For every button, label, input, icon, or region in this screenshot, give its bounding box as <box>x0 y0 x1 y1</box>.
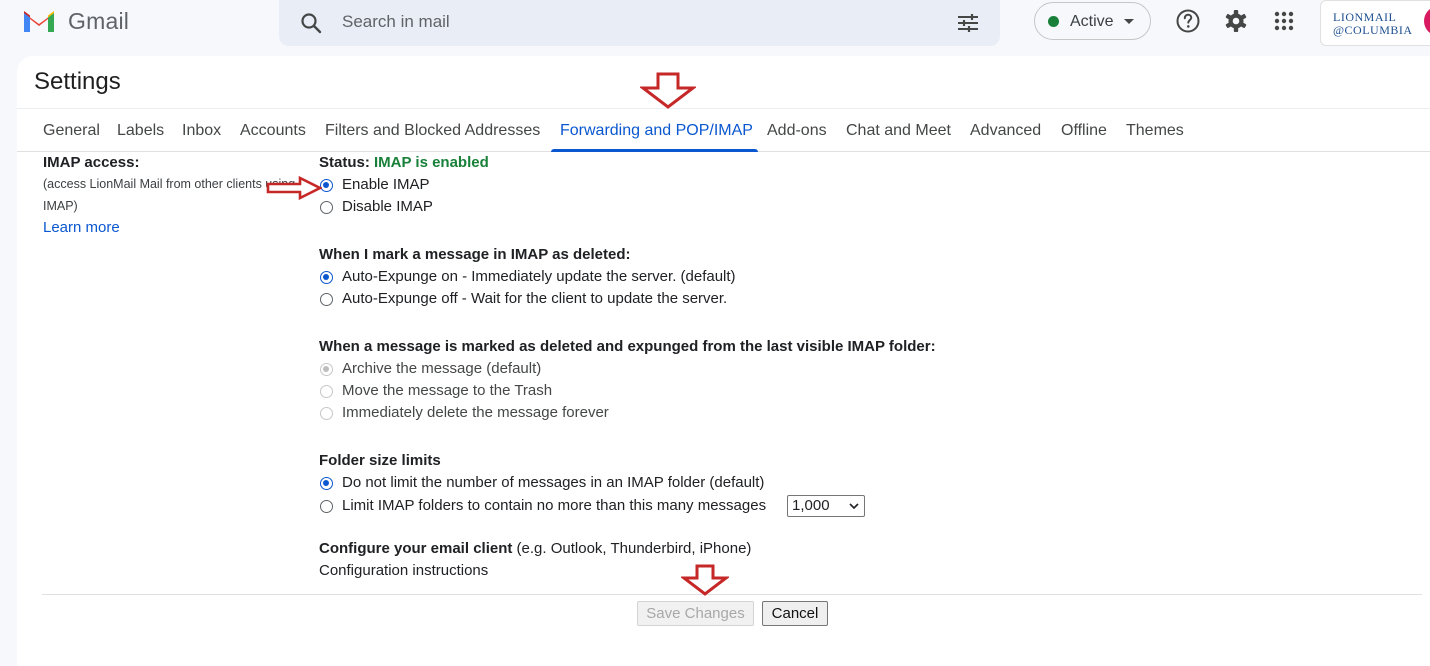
move-to-trash-label: Move the message to the Trash <box>342 382 553 399</box>
imap-status-prefix: Status: <box>319 154 370 171</box>
down-arrow-annotation-icon <box>640 72 696 109</box>
folder-size-heading: Folder size limits <box>319 452 441 469</box>
tab-labels[interactable]: Labels <box>117 122 164 140</box>
settings-tabs: General Labels Inbox Accounts Filters an… <box>17 108 1430 152</box>
imap-status: Status: IMAP is enabled <box>319 154 489 171</box>
apps-grid-icon[interactable] <box>1271 8 1297 34</box>
move-to-trash-radio <box>320 385 333 398</box>
top-bar: Gmail Search in mail Active LIONMAIL @CO… <box>0 0 1430 56</box>
folder-limit-select[interactable]: 1,000 <box>787 495 865 517</box>
auto-expunge-on-radio[interactable] <box>320 271 333 284</box>
right-arrow-annotation-icon <box>266 176 322 200</box>
app-name: Gmail <box>68 7 130 34</box>
active-tab-indicator <box>551 149 758 152</box>
gear-icon[interactable] <box>1223 8 1249 34</box>
search-icon[interactable] <box>299 11 323 35</box>
save-changes-button[interactable]: Save Changes <box>637 601 754 626</box>
learn-more-link[interactable]: Learn more <box>43 219 313 236</box>
down-arrow-annotation-icon <box>681 564 729 596</box>
tab-add-ons[interactable]: Add-ons <box>767 122 827 140</box>
disable-imap-label[interactable]: Disable IMAP <box>342 198 433 215</box>
tab-advanced[interactable]: Advanced <box>970 122 1041 140</box>
status-dropdown[interactable]: Active <box>1034 2 1151 40</box>
enable-imap-label[interactable]: Enable IMAP <box>342 176 430 193</box>
imap-status-value: IMAP is enabled <box>374 154 489 171</box>
tab-chat-and-meet[interactable]: Chat and Meet <box>846 122 951 140</box>
deleted-heading: When I mark a message in IMAP as deleted… <box>319 246 631 263</box>
tab-forwarding-pop-imap[interactable]: Forwarding and POP/IMAP <box>560 122 753 140</box>
gmail-logo-icon <box>24 11 54 32</box>
tab-general[interactable]: General <box>43 122 100 140</box>
folder-limit-value: 1,000 <box>792 497 830 514</box>
caret-down-icon <box>1124 19 1134 24</box>
search-input[interactable]: Search in mail <box>342 12 450 32</box>
organization-badge[interactable]: LIONMAIL @COLUMBIA <box>1320 0 1430 46</box>
auto-expunge-off-radio[interactable] <box>320 293 333 306</box>
configure-client-heading: Configure your email client <box>319 540 513 557</box>
tab-offline[interactable]: Offline <box>1061 122 1107 140</box>
delete-forever-radio <box>320 407 333 420</box>
search-options-icon[interactable] <box>956 11 980 35</box>
org-name-line2: @COLUMBIA <box>1333 23 1413 37</box>
tab-themes[interactable]: Themes <box>1126 122 1184 140</box>
imap-access-heading: IMAP access: <box>43 154 140 171</box>
cancel-button[interactable]: Cancel <box>762 601 828 626</box>
archive-label: Archive the message (default) <box>342 360 542 377</box>
tab-filters[interactable]: Filters and Blocked Addresses <box>325 122 540 140</box>
configure-client-examples: (e.g. Outlook, Thunderbird, iPhone) <box>516 540 752 557</box>
configuration-instructions-link[interactable]: Configuration instructions <box>319 562 488 579</box>
delete-forever-label: Immediately delete the message forever <box>342 404 609 421</box>
auto-expunge-off-label[interactable]: Auto-Expunge off - Wait for the client t… <box>342 290 727 307</box>
archive-radio <box>320 363 333 376</box>
expunged-heading: When a message is marked as deleted and … <box>319 338 936 355</box>
no-limit-radio[interactable] <box>320 477 333 490</box>
limit-radio[interactable] <box>320 500 333 513</box>
tab-inbox[interactable]: Inbox <box>182 122 221 140</box>
help-icon[interactable] <box>1175 8 1201 34</box>
status-label: Active <box>1070 13 1114 30</box>
configure-client: Configure your email client (e.g. Outloo… <box>319 540 751 557</box>
no-limit-label[interactable]: Do not limit the number of messages in a… <box>342 474 764 491</box>
limit-label[interactable]: Limit IMAP folders to contain no more th… <box>342 497 766 514</box>
gmail-logo[interactable]: Gmail <box>22 6 129 36</box>
status-dot-icon <box>1048 16 1059 27</box>
chevron-down-icon <box>849 503 859 510</box>
footer-divider <box>42 594 1422 595</box>
search-bar[interactable]: Search in mail <box>279 0 1000 46</box>
tab-accounts[interactable]: Accounts <box>240 122 306 140</box>
disable-imap-radio[interactable] <box>320 201 333 214</box>
auto-expunge-on-label[interactable]: Auto-Expunge on - Immediately update the… <box>342 268 736 285</box>
page-title: Settings <box>34 68 121 95</box>
